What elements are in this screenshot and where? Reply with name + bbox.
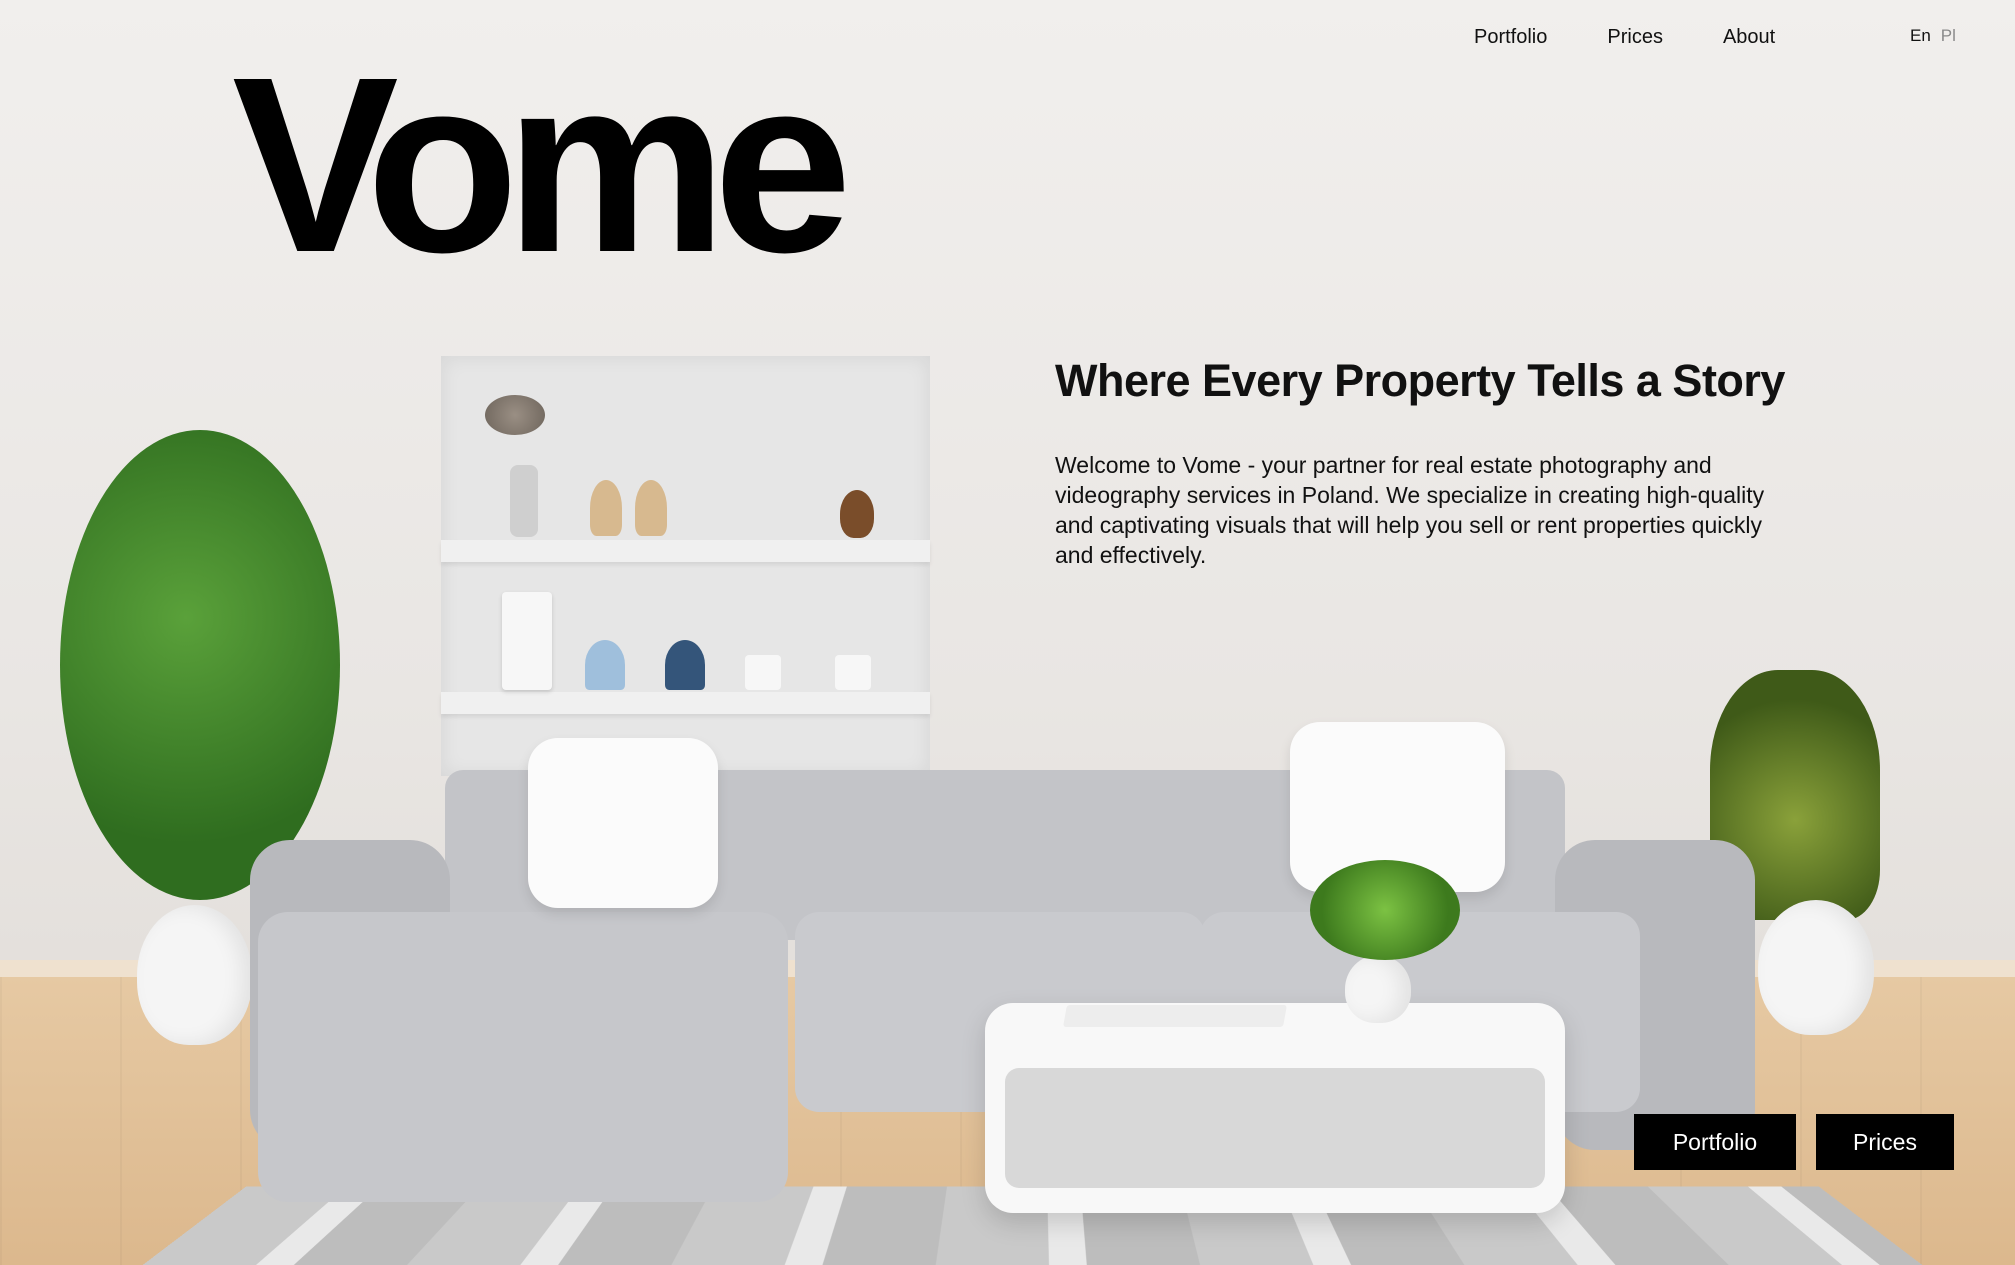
plant-pot [137, 905, 252, 1045]
vase-icon [510, 465, 538, 537]
hero-headline: Where Every Property Tells a Story [1055, 355, 1785, 406]
nav-item-prices[interactable]: Prices [1607, 26, 1663, 49]
pinecone-icon [840, 490, 874, 538]
nav-item-portfolio[interactable]: Portfolio [1474, 26, 1547, 49]
table-plant-pot [1345, 955, 1411, 1023]
bird-figurine-icon [590, 480, 622, 536]
open-book-icon [1063, 1005, 1287, 1027]
language-switcher: En Pl [1910, 26, 1956, 46]
white-pillow [528, 738, 718, 908]
prices-button[interactable]: Prices [1816, 1114, 1954, 1170]
blue-vase-icon [585, 640, 625, 690]
shelf-board [441, 540, 930, 562]
brand-logo[interactable]: Vome [232, 40, 852, 290]
tree-foliage [60, 430, 340, 900]
succulent-pot-icon [745, 655, 781, 690]
sofa-chaise [258, 912, 788, 1202]
language-option-en[interactable]: En [1910, 26, 1931, 46]
portfolio-button[interactable]: Portfolio [1634, 1114, 1796, 1170]
navy-vase-icon [665, 640, 705, 690]
succulent-pot-icon [835, 655, 871, 690]
shelf-board [441, 692, 930, 714]
main-nav: Portfolio Prices About [1474, 26, 1775, 49]
clock-icon [502, 592, 552, 690]
coffee-table-shelf [1005, 1068, 1545, 1188]
hero-intro-text: Welcome to Vome - your partner for real … [1055, 452, 1765, 568]
dried-flowers-icon [485, 395, 545, 435]
language-option-pl[interactable]: Pl [1941, 26, 1956, 46]
plant-pot [1758, 900, 1874, 1035]
bird-figurine-icon [635, 480, 667, 536]
nav-item-about[interactable]: About [1723, 26, 1775, 49]
table-plant-foliage [1310, 860, 1460, 960]
